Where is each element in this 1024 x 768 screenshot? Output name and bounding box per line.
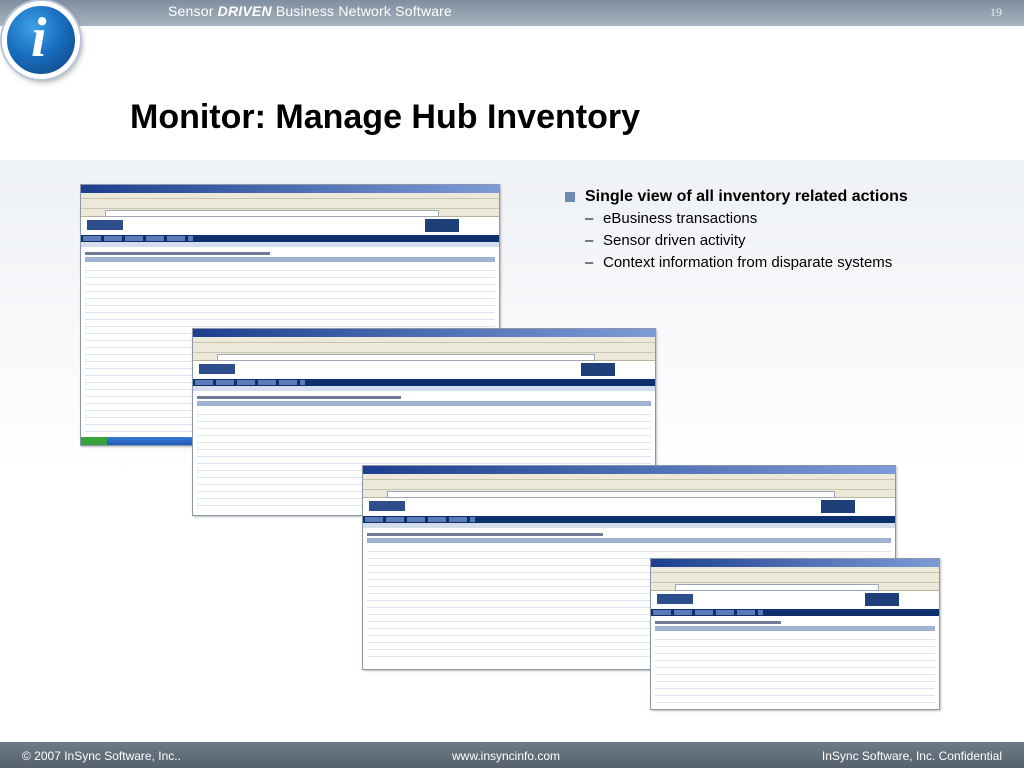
footer-copyright: © 2007 InSync Software, Inc.. (22, 749, 181, 763)
edgeware-logo-icon (657, 594, 693, 604)
browser-address-bar (81, 209, 499, 217)
supply-portal-logo-icon (581, 363, 615, 376)
bullet-sub: – Context information from disparate sys… (565, 252, 1015, 274)
portal-nav-tabs (651, 609, 939, 616)
square-bullet-icon (565, 192, 575, 202)
slide-number: 19 (990, 5, 1002, 19)
slide-title: Monitor: Manage Hub Inventory (130, 98, 640, 136)
browser-address-bar (363, 490, 895, 498)
portal-nav-tabs (81, 235, 499, 242)
edgeware-logo-icon (87, 220, 123, 230)
browser-title-bar (651, 559, 939, 567)
portal-brand-bar (193, 361, 655, 379)
browser-title-bar (193, 329, 655, 337)
bullet-main: Single view of all inventory related act… (565, 186, 1015, 208)
purchase-order-content (651, 616, 939, 709)
header-tagline: Sensor DRIVEN Business Network Software (168, 3, 453, 19)
browser-toolbar (193, 343, 655, 353)
dash-bullet-icon: – (585, 210, 594, 227)
browser-toolbar (81, 199, 499, 209)
browser-address-bar (651, 583, 939, 591)
purchase-order-screenshot (650, 558, 940, 710)
dash-bullet-icon: – (585, 254, 594, 271)
portal-brand-bar (651, 591, 939, 609)
bullet-sub: – Sensor driven activity (565, 230, 1015, 252)
portal-brand-bar (81, 217, 499, 235)
supply-portal-logo-icon (425, 219, 459, 232)
browser-toolbar (363, 480, 895, 490)
browser-address-bar (193, 353, 655, 361)
browser-toolbar (651, 573, 939, 583)
portal-brand-bar (363, 498, 895, 516)
browser-title-bar (81, 185, 499, 193)
logo-letter: i (31, 7, 47, 69)
portal-nav-tabs (363, 516, 895, 523)
supply-portal-logo-icon (821, 500, 855, 513)
bullet-sub: – eBusiness transactions (565, 208, 1015, 230)
portal-nav-tabs (193, 379, 655, 386)
slide-footer: © 2007 InSync Software, Inc.. www.insync… (0, 742, 1024, 768)
header-band: Sensor DRIVEN Business Network Software … (0, 0, 1024, 26)
edgeware-logo-icon (199, 364, 235, 374)
footer-confidential: InSync Software, Inc. Confidential (821, 749, 1002, 763)
slide-header: Sensor DRIVEN Business Network Software … (0, 0, 1024, 80)
insync-logo-icon: i (2, 1, 80, 79)
supply-portal-logo-icon (865, 593, 899, 606)
edgeware-logo-icon (369, 501, 405, 511)
footer-website: www.insyncinfo.com (452, 749, 561, 763)
browser-title-bar (363, 466, 895, 474)
dash-bullet-icon: – (585, 232, 594, 249)
bullet-list: Single view of all inventory related act… (565, 186, 1015, 274)
